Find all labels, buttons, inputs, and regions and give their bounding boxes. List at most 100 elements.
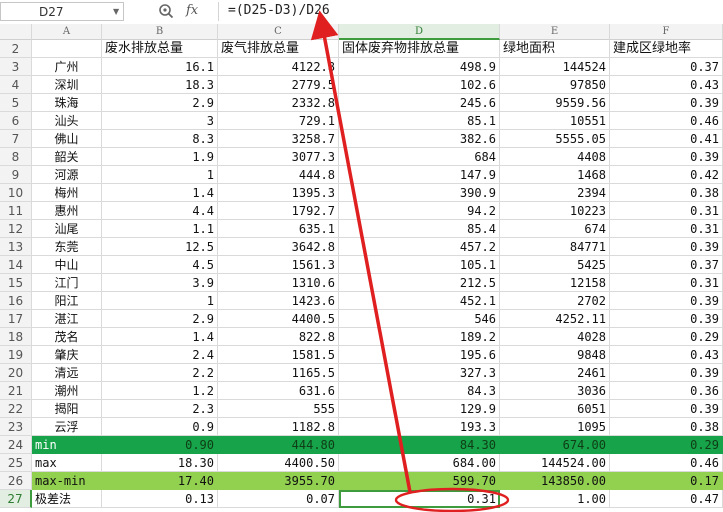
cell-a21[interactable]: 潮州 bbox=[32, 382, 102, 400]
cell-d8[interactable]: 684 bbox=[339, 148, 500, 166]
cell-c13[interactable]: 3642.8 bbox=[218, 238, 339, 256]
cell-b13[interactable]: 12.5 bbox=[102, 238, 218, 256]
cell-e2[interactable]: 绿地面积 bbox=[500, 40, 610, 58]
cell-a15[interactable]: 江门 bbox=[32, 274, 102, 292]
cell-f9[interactable]: 0.42 bbox=[610, 166, 723, 184]
cell-b8[interactable]: 1.9 bbox=[102, 148, 218, 166]
cell-e16[interactable]: 2702 bbox=[500, 292, 610, 310]
row-number[interactable]: 13 bbox=[0, 238, 32, 256]
row-number[interactable]: 6 bbox=[0, 112, 32, 130]
zoom-icon[interactable] bbox=[158, 3, 174, 19]
cell-d10[interactable]: 390.9 bbox=[339, 184, 500, 202]
cell-c8[interactable]: 3077.3 bbox=[218, 148, 339, 166]
column-header-c[interactable]: C bbox=[218, 24, 339, 40]
cell-e14[interactable]: 5425 bbox=[500, 256, 610, 274]
row-number[interactable]: 11 bbox=[0, 202, 32, 220]
cell-b26[interactable]: 17.40 bbox=[102, 472, 218, 490]
cell-e11[interactable]: 10223 bbox=[500, 202, 610, 220]
cell-c2[interactable]: 废气排放总量 bbox=[218, 40, 339, 58]
cell-d9[interactable]: 147.9 bbox=[339, 166, 500, 184]
cell-f19[interactable]: 0.43 bbox=[610, 346, 723, 364]
cell-d19[interactable]: 195.6 bbox=[339, 346, 500, 364]
cell-a14[interactable]: 中山 bbox=[32, 256, 102, 274]
row-number[interactable]: 16 bbox=[0, 292, 32, 310]
cell-e22[interactable]: 6051 bbox=[500, 400, 610, 418]
cell-e20[interactable]: 2461 bbox=[500, 364, 610, 382]
cell-a22[interactable]: 揭阳 bbox=[32, 400, 102, 418]
row-number[interactable]: 2 bbox=[0, 40, 32, 58]
cell-c5[interactable]: 2332.8 bbox=[218, 94, 339, 112]
cell-e8[interactable]: 4408 bbox=[500, 148, 610, 166]
cell-d23[interactable]: 193.3 bbox=[339, 418, 500, 436]
cell-d15[interactable]: 212.5 bbox=[339, 274, 500, 292]
cell-f21[interactable]: 0.36 bbox=[610, 382, 723, 400]
cell-c19[interactable]: 1581.5 bbox=[218, 346, 339, 364]
row-number[interactable]: 19 bbox=[0, 346, 32, 364]
cell-c26[interactable]: 3955.70 bbox=[218, 472, 339, 490]
cell-f14[interactable]: 0.37 bbox=[610, 256, 723, 274]
cell-b15[interactable]: 3.9 bbox=[102, 274, 218, 292]
cell-d27[interactable]: 0.31 bbox=[339, 490, 500, 508]
cell-f7[interactable]: 0.41 bbox=[610, 130, 723, 148]
cell-d11[interactable]: 94.2 bbox=[339, 202, 500, 220]
cell-b3[interactable]: 16.1 bbox=[102, 58, 218, 76]
cell-a5[interactable]: 珠海 bbox=[32, 94, 102, 112]
cell-b25[interactable]: 18.30 bbox=[102, 454, 218, 472]
cell-d7[interactable]: 382.6 bbox=[339, 130, 500, 148]
cell-d6[interactable]: 85.1 bbox=[339, 112, 500, 130]
cell-e26[interactable]: 143850.00 bbox=[500, 472, 610, 490]
cell-d20[interactable]: 327.3 bbox=[339, 364, 500, 382]
row-number[interactable]: 15 bbox=[0, 274, 32, 292]
cell-d17[interactable]: 546 bbox=[339, 310, 500, 328]
cell-f17[interactable]: 0.39 bbox=[610, 310, 723, 328]
cell-e21[interactable]: 3036 bbox=[500, 382, 610, 400]
cell-e5[interactable]: 9559.56 bbox=[500, 94, 610, 112]
column-header-d[interactable]: D bbox=[339, 24, 500, 40]
cell-b14[interactable]: 4.5 bbox=[102, 256, 218, 274]
cell-b4[interactable]: 18.3 bbox=[102, 76, 218, 94]
cell-d13[interactable]: 457.2 bbox=[339, 238, 500, 256]
cell-f10[interactable]: 0.38 bbox=[610, 184, 723, 202]
column-header-a[interactable]: A bbox=[32, 24, 102, 40]
row-number[interactable]: 17 bbox=[0, 310, 32, 328]
cell-c17[interactable]: 4400.5 bbox=[218, 310, 339, 328]
cell-b21[interactable]: 1.2 bbox=[102, 382, 218, 400]
cell-a19[interactable]: 肇庆 bbox=[32, 346, 102, 364]
cell-f27[interactable]: 0.47 bbox=[610, 490, 723, 508]
function-icon[interactable]: fx bbox=[186, 3, 198, 18]
cell-d4[interactable]: 102.6 bbox=[339, 76, 500, 94]
cell-e3[interactable]: 144524 bbox=[500, 58, 610, 76]
cell-a16[interactable]: 阳江 bbox=[32, 292, 102, 310]
cell-d2[interactable]: 固体废弃物排放总量 bbox=[339, 40, 500, 58]
cell-f5[interactable]: 0.39 bbox=[610, 94, 723, 112]
column-header-e[interactable]: E bbox=[500, 24, 610, 40]
cell-e7[interactable]: 5555.05 bbox=[500, 130, 610, 148]
row-number[interactable]: 10 bbox=[0, 184, 32, 202]
cell-c3[interactable]: 4122.8 bbox=[218, 58, 339, 76]
row-number[interactable]: 12 bbox=[0, 220, 32, 238]
cell-a20[interactable]: 清远 bbox=[32, 364, 102, 382]
cell-d16[interactable]: 452.1 bbox=[339, 292, 500, 310]
cell-f4[interactable]: 0.43 bbox=[610, 76, 723, 94]
cell-f24[interactable]: 0.29 bbox=[610, 436, 723, 454]
row-number[interactable]: 27 bbox=[0, 490, 32, 508]
cell-b27[interactable]: 0.13 bbox=[102, 490, 218, 508]
cell-b5[interactable]: 2.9 bbox=[102, 94, 218, 112]
select-all-corner[interactable] bbox=[0, 24, 32, 40]
row-number[interactable]: 8 bbox=[0, 148, 32, 166]
cell-f25[interactable]: 0.46 bbox=[610, 454, 723, 472]
cell-b19[interactable]: 2.4 bbox=[102, 346, 218, 364]
cell-d21[interactable]: 84.3 bbox=[339, 382, 500, 400]
cell-c11[interactable]: 1792.7 bbox=[218, 202, 339, 220]
cell-a9[interactable]: 河源 bbox=[32, 166, 102, 184]
cell-e25[interactable]: 144524.00 bbox=[500, 454, 610, 472]
cell-d24[interactable]: 84.30 bbox=[339, 436, 500, 454]
row-number[interactable]: 25 bbox=[0, 454, 32, 472]
cell-e24[interactable]: 674.00 bbox=[500, 436, 610, 454]
cell-b11[interactable]: 4.4 bbox=[102, 202, 218, 220]
cell-e6[interactable]: 10551 bbox=[500, 112, 610, 130]
cell-e19[interactable]: 9848 bbox=[500, 346, 610, 364]
cell-b2[interactable]: 废水排放总量 bbox=[102, 40, 218, 58]
row-number[interactable]: 4 bbox=[0, 76, 32, 94]
cell-a7[interactable]: 佛山 bbox=[32, 130, 102, 148]
